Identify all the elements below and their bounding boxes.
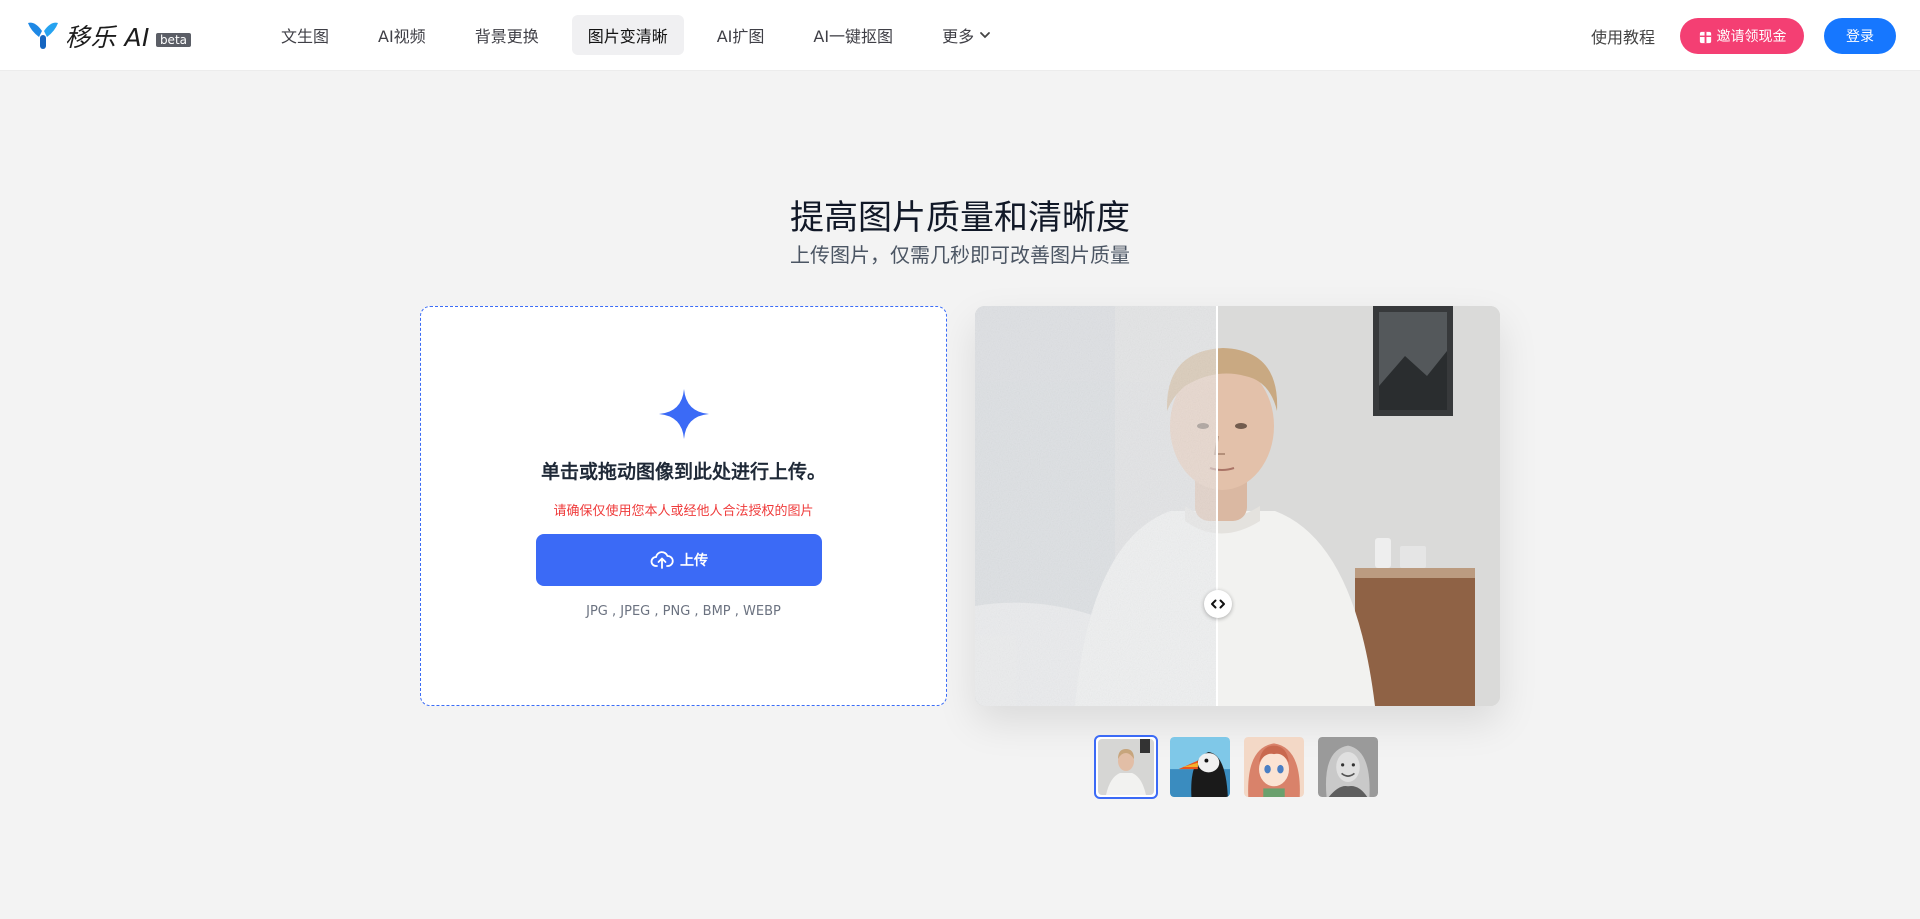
authorization-warning: 请确保仅使用您本人或经他人合法授权的图片 bbox=[553, 504, 814, 519]
beta-badge: beta bbox=[155, 33, 191, 47]
compare-arrows-icon bbox=[1211, 599, 1225, 609]
upload-button-label: 上传 bbox=[680, 553, 708, 569]
brand-logo[interactable]: 移乐 AI beta bbox=[26, 18, 191, 54]
sparkle-icon bbox=[659, 389, 709, 439]
compare-divider[interactable] bbox=[1216, 306, 1218, 706]
young-man-thumbnail[interactable] bbox=[1094, 735, 1158, 799]
nav-more[interactable]: 更多 bbox=[926, 15, 1007, 55]
nav-background-change[interactable]: 背景更换 bbox=[459, 15, 555, 55]
nav-text-to-image[interactable]: 文生图 bbox=[265, 15, 345, 55]
main-nav: 文生图 AI视频 背景更换 图片变清晰 AI扩图 AI一键抠图 更多 bbox=[265, 15, 1024, 55]
cloud-upload-icon bbox=[650, 551, 674, 569]
woman-bw-thumbnail[interactable] bbox=[1316, 735, 1380, 799]
upload-button[interactable]: 上传 bbox=[536, 534, 822, 586]
puffin-thumbnail[interactable] bbox=[1168, 735, 1232, 799]
gift-icon bbox=[1699, 31, 1711, 43]
nav-image-enhance[interactable]: 图片变清晰 bbox=[571, 15, 684, 55]
brand-name: 移乐 AI bbox=[65, 23, 150, 52]
page-title: 提高图片质量和清晰度 bbox=[790, 198, 1130, 238]
anime-girl-thumbnail[interactable] bbox=[1242, 735, 1306, 799]
login-button[interactable]: 登录 bbox=[1824, 18, 1896, 54]
nav-ai-video[interactable]: AI视频 bbox=[362, 15, 442, 55]
sample-thumbnails bbox=[1094, 735, 1390, 799]
nav-more-label: 更多 bbox=[942, 27, 975, 46]
nav-ai-cutout[interactable]: AI一键抠图 bbox=[797, 15, 909, 55]
upload-dropzone[interactable]: 单击或拖动图像到此处进行上传。 请确保仅使用您本人或经他人合法授权的图片 上传 … bbox=[420, 306, 947, 706]
supported-formats: JPG , JPEG , PNG , BMP , WEBP bbox=[586, 604, 781, 619]
before-after-comparison[interactable] bbox=[975, 306, 1500, 706]
invite-cash-button[interactable]: 邀请领现金 bbox=[1680, 18, 1804, 54]
tutorial-link[interactable]: 使用教程 bbox=[1591, 24, 1655, 48]
chevron-down-icon bbox=[980, 32, 990, 39]
top-header: 移乐 AI beta 文生图 AI视频 背景更换 图片变清晰 AI扩图 AI一键… bbox=[0, 0, 1920, 71]
logo-icon bbox=[28, 22, 58, 49]
page-subtitle: 上传图片，仅需几秒即可改善图片质量 bbox=[790, 243, 1130, 267]
dropzone-instruction: 单击或拖动图像到此处进行上传。 bbox=[540, 461, 826, 483]
sample-photo bbox=[975, 306, 1500, 706]
compare-handle[interactable] bbox=[1204, 590, 1232, 618]
nav-ai-outpaint[interactable]: AI扩图 bbox=[701, 15, 781, 55]
invite-cash-label: 邀请领现金 bbox=[1716, 29, 1787, 45]
